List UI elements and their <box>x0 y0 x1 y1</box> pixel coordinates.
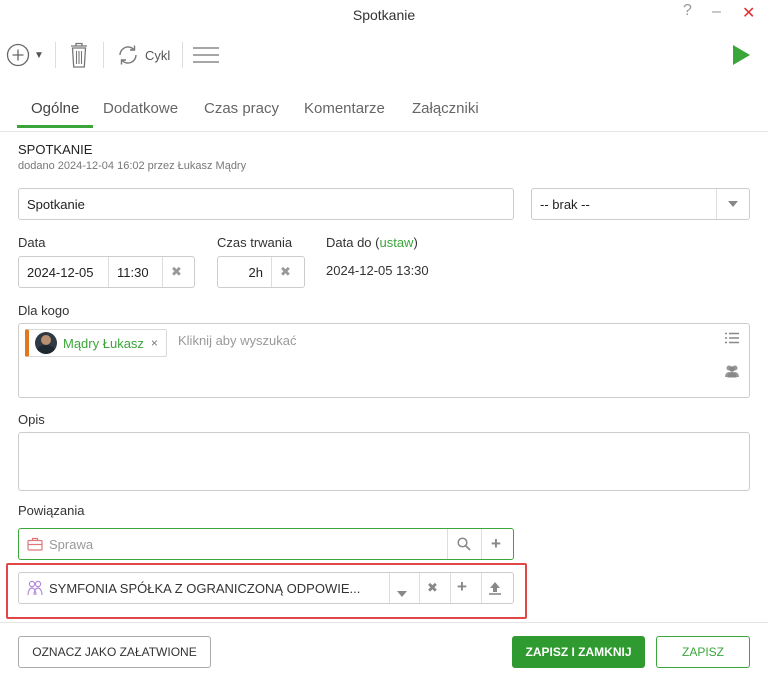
cycle-button[interactable]: Cykl <box>116 38 170 72</box>
subject-input[interactable]: Spotkanie <box>18 188 514 220</box>
footer: OZNACZ JAKO ZAŁATWIONE ZAPISZ I ZAMKNIJ … <box>0 622 768 675</box>
chevron-down-icon: ▼ <box>34 49 44 61</box>
delete-button[interactable] <box>68 38 90 72</box>
set-date-to-link[interactable]: ustaw <box>379 235 413 250</box>
tab-ogolne[interactable]: Ogólne <box>16 100 94 128</box>
remove-person-icon[interactable]: × <box>151 336 158 350</box>
divider <box>419 573 420 603</box>
plus-icon[interactable]: + <box>491 534 501 554</box>
group-icon[interactable] <box>724 364 740 381</box>
company-value: SYMFONIA SPÓŁKA Z OGRANICZONĄ ODPOWIE... <box>49 581 361 596</box>
relations-label: Powiązania <box>18 503 85 518</box>
case-field[interactable]: Sprawa + <box>18 528 514 560</box>
search-icon[interactable] <box>457 537 471 554</box>
refresh-icon <box>119 45 137 65</box>
date-label: Data <box>18 235 46 250</box>
company-field[interactable]: SYMFONIA SPÓŁKA Z OGRANICZONĄ ODPOWIE...… <box>18 572 514 604</box>
chevron-down-icon[interactable] <box>397 585 407 600</box>
add-circle-icon <box>6 43 30 67</box>
add-button[interactable]: ▼ <box>6 38 44 72</box>
divider <box>389 573 390 603</box>
help-button[interactable]: ? <box>683 2 692 20</box>
description-label: Opis <box>18 412 45 427</box>
company-icon <box>27 580 43 599</box>
toolbar: ▼ Cykl <box>0 38 768 72</box>
cycle-label: Cykl <box>145 47 171 63</box>
clear-duration-icon[interactable]: ✖ <box>280 264 291 280</box>
close-button[interactable]: ✕ <box>742 3 755 23</box>
divider <box>481 529 482 559</box>
tab-dodatkowe[interactable]: Dodatkowe <box>103 100 178 127</box>
divider <box>271 257 272 287</box>
date-to-label: Data do (ustaw) <box>326 235 418 250</box>
avatar <box>35 332 57 354</box>
title-bar: Spotkanie ? – ✕ <box>0 0 768 30</box>
divider <box>108 257 109 287</box>
divider <box>447 529 448 559</box>
toolbar-divider <box>182 42 183 68</box>
duration-input[interactable]: 2h <box>249 265 263 280</box>
mark-done-button[interactable]: OZNACZ JAKO ZAŁATWIONE <box>18 636 211 668</box>
menu-button[interactable] <box>192 38 220 72</box>
clear-company-icon[interactable]: ✖ <box>427 580 438 596</box>
time-input[interactable]: 11:30 <box>117 265 149 280</box>
description-textarea[interactable] <box>18 432 750 491</box>
save-button[interactable]: ZAPISZ <box>656 636 750 668</box>
person-chip-name: Mądry Łukasz <box>63 335 144 351</box>
added-info: dodano 2024-12-04 16:02 przez Łukasz Mąd… <box>18 160 247 172</box>
run-button[interactable] <box>731 38 751 72</box>
chevron-down-icon[interactable] <box>716 189 749 219</box>
upload-icon[interactable] <box>489 581 501 598</box>
list-icon[interactable] <box>725 332 739 347</box>
minimize-button[interactable]: – <box>712 3 721 21</box>
window-title: Spotkanie <box>352 7 416 23</box>
tab-bar: Ogólne Dodatkowe Czas pracy Komentarze Z… <box>0 92 768 132</box>
section-title: SPOTKANIE <box>18 142 93 157</box>
for-whom-field[interactable]: Mądry Łukasz × Kliknij aby wyszukać <box>18 323 750 398</box>
save-close-button[interactable]: ZAPISZ I ZAMKNIJ <box>512 636 645 668</box>
case-placeholder: Sprawa <box>49 537 94 552</box>
briefcase-icon <box>27 537 43 554</box>
category-select[interactable]: -- brak -- <box>531 188 750 220</box>
play-icon <box>733 45 750 65</box>
duration-field: 2h ✖ <box>217 256 305 288</box>
category-select-value: -- brak -- <box>540 197 590 212</box>
divider <box>481 573 482 603</box>
divider <box>450 573 451 603</box>
tab-zalaczniki[interactable]: Załączniki <box>412 100 479 127</box>
clear-date-icon[interactable]: ✖ <box>171 264 182 280</box>
hamburger-menu-icon <box>193 47 219 63</box>
duration-label: Czas trwania <box>217 235 293 250</box>
divider <box>162 257 163 287</box>
toolbar-divider <box>55 42 56 68</box>
date-field: 2024-12-05 11:30 ✖ <box>18 256 195 288</box>
tab-czas-pracy[interactable]: Czas pracy <box>204 100 279 127</box>
date-input[interactable]: 2024-12-05 <box>27 265 94 280</box>
date-to-value: 2024-12-05 13:30 <box>326 263 429 278</box>
person-chip: Mądry Łukasz × <box>25 329 167 357</box>
tab-komentarze[interactable]: Komentarze <box>304 100 385 127</box>
toolbar-divider <box>103 42 104 68</box>
trash-icon <box>71 42 87 68</box>
for-whom-label: Dla kogo <box>18 303 70 318</box>
for-whom-placeholder[interactable]: Kliknij aby wyszukać <box>178 333 297 348</box>
plus-icon[interactable]: + <box>457 577 467 597</box>
